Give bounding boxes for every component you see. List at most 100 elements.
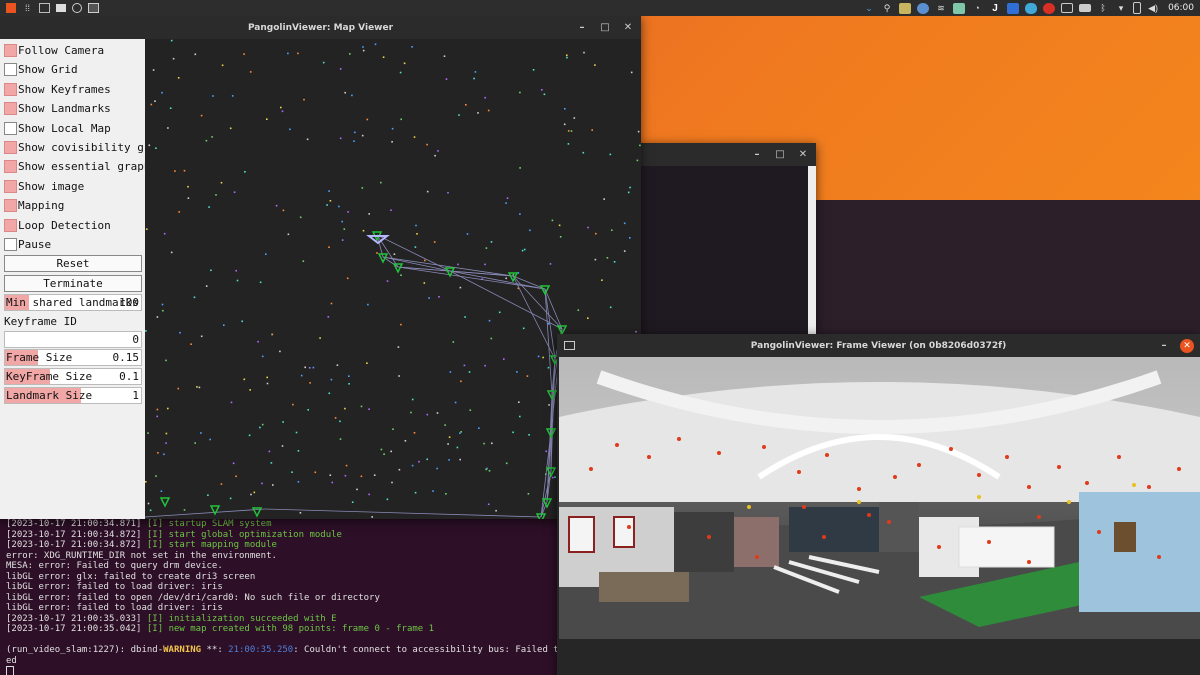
landmark-size-slider-value: 1 bbox=[132, 389, 139, 402]
title-bar[interactable]: – □ ✕ bbox=[640, 143, 816, 166]
checkbox-box[interactable] bbox=[4, 238, 17, 251]
checkbox-label: Show Keyframes bbox=[18, 82, 111, 96]
window-icon[interactable] bbox=[56, 4, 66, 12]
landmark-point bbox=[630, 71, 633, 74]
landmark-size-slider[interactable]: Landmark Size 1 bbox=[4, 387, 142, 404]
checkbox-box[interactable] bbox=[4, 82, 17, 96]
landmark-point bbox=[594, 64, 596, 66]
landmark-point bbox=[559, 236, 562, 238]
background-terminal-window[interactable]: – □ ✕ bbox=[640, 143, 816, 338]
landmark-point bbox=[582, 151, 585, 154]
reset-button[interactable]: Reset bbox=[4, 255, 142, 272]
landmark-point bbox=[587, 226, 589, 229]
keyframe-size-slider[interactable]: KeyFrame Size 0.1 bbox=[4, 368, 142, 385]
minimize-icon[interactable]: – bbox=[575, 21, 589, 35]
checkbox-follow-camera[interactable]: Follow Camera bbox=[4, 42, 104, 59]
wifi-icon[interactable]: ≋ bbox=[935, 3, 947, 14]
landmark-point bbox=[271, 333, 274, 336]
wifi-icon[interactable]: ▾ bbox=[1115, 3, 1127, 14]
title-bar[interactable]: PangolinViewer: Map Viewer – □ ✕ bbox=[0, 16, 641, 39]
checkbox-box[interactable] bbox=[4, 141, 17, 154]
min-shared-landmarks-slider[interactable]: Min shared landmarks 100 bbox=[4, 294, 142, 311]
app-icon[interactable] bbox=[917, 2, 930, 14]
checkbox-box[interactable] bbox=[4, 63, 17, 77]
checkbox-pause[interactable]: Pause bbox=[4, 236, 51, 253]
map-viewer-window[interactable]: PangolinViewer: Map Viewer – □ ✕ Follow … bbox=[0, 16, 641, 519]
maximize-icon[interactable]: □ bbox=[598, 21, 612, 35]
terminal-text: libGL error: failed to load driver: iris bbox=[6, 582, 223, 592]
checkbox-show-grid[interactable]: Show Grid bbox=[4, 61, 78, 78]
landmark-point bbox=[302, 260, 305, 262]
app-menu-icon[interactable] bbox=[6, 3, 16, 13]
min-shared-landmarks-slider-value: 100 bbox=[119, 296, 139, 309]
landmark-point bbox=[211, 136, 213, 138]
checkbox-show-landmarks[interactable]: Show Landmarks bbox=[4, 100, 111, 117]
close-icon[interactable]: ✕ bbox=[1180, 338, 1194, 353]
checkbox-show-keyframes[interactable]: Show Keyframes bbox=[4, 81, 111, 98]
landmark-point bbox=[145, 330, 147, 332]
landmark-point bbox=[330, 302, 333, 305]
maximize-icon[interactable]: □ bbox=[773, 148, 787, 162]
landmark-point bbox=[322, 61, 325, 64]
terminal-line: libGL error: failed to load driver: iris bbox=[6, 603, 560, 614]
terminal-output[interactable]: [2023-10-17 21:00:34.871] [I] startup SL… bbox=[0, 519, 560, 675]
landmark-point bbox=[490, 337, 493, 340]
frame-viewer-window[interactable]: PangolinViewer: Frame Viewer (on 0b8206d… bbox=[557, 334, 1200, 675]
landmark-point bbox=[448, 459, 450, 461]
landmark-point bbox=[361, 134, 364, 137]
landmark-point bbox=[244, 171, 246, 173]
landmark-point bbox=[328, 392, 331, 395]
clock[interactable]: 06:00 bbox=[1168, 3, 1194, 13]
checkbox-show-essential-graph[interactable]: Show essential graph bbox=[4, 158, 150, 175]
shield-icon[interactable] bbox=[1007, 2, 1020, 14]
terminal-prompt[interactable] bbox=[6, 666, 560, 675]
checkbox-box[interactable] bbox=[4, 179, 17, 193]
app-icon[interactable] bbox=[953, 2, 966, 14]
landmark-point bbox=[223, 324, 225, 326]
checkbox-box[interactable] bbox=[4, 218, 17, 232]
scrollbar[interactable] bbox=[808, 166, 816, 338]
checkbox-label: Show essential graph bbox=[18, 160, 151, 174]
workspace-icon[interactable] bbox=[39, 3, 50, 13]
chevron-down-icon[interactable]: ⌄ bbox=[863, 3, 875, 14]
gmail-icon[interactable] bbox=[1043, 2, 1056, 14]
checkbox-box[interactable] bbox=[4, 102, 17, 116]
landmark-point bbox=[351, 94, 353, 97]
battery-icon[interactable] bbox=[1079, 4, 1092, 12]
checkbox-show-image[interactable]: Show image bbox=[4, 178, 84, 195]
checkbox-box[interactable] bbox=[4, 160, 17, 174]
apps-grid-icon[interactable]: ⁞⁞ bbox=[22, 2, 33, 14]
landmark-point bbox=[231, 95, 234, 97]
checkbox-box[interactable] bbox=[4, 44, 17, 57]
landmark-point bbox=[411, 464, 414, 467]
checkbox-loop-detection[interactable]: Loop Detection bbox=[4, 217, 111, 234]
battery-icon[interactable] bbox=[1133, 2, 1142, 14]
landmark-point bbox=[529, 229, 531, 232]
close-icon[interactable]: ✕ bbox=[621, 21, 635, 35]
frame-size-slider[interactable]: Frame Size 0.15 bbox=[4, 349, 142, 366]
keyframe-id-input[interactable]: 0 bbox=[4, 331, 142, 348]
window-menu-icon[interactable] bbox=[564, 341, 575, 350]
minimize-icon[interactable]: – bbox=[1157, 339, 1171, 353]
notification-icon[interactable]: ◔ bbox=[971, 3, 983, 14]
bluetooth-icon[interactable]: ᛒ bbox=[1097, 3, 1109, 14]
close-icon[interactable]: ✕ bbox=[796, 148, 810, 162]
landmark-point bbox=[312, 366, 315, 369]
j-app-icon[interactable]: J bbox=[989, 3, 1001, 14]
browser-icon[interactable] bbox=[72, 3, 82, 13]
cloud-icon[interactable] bbox=[1025, 2, 1038, 14]
landmark-point bbox=[495, 509, 497, 512]
checkbox-box[interactable] bbox=[4, 199, 17, 213]
volume-icon[interactable]: ◀) bbox=[1147, 3, 1159, 14]
checkbox-box[interactable] bbox=[4, 121, 17, 135]
search-icon[interactable]: ⚲ bbox=[881, 3, 893, 14]
minimize-icon[interactable]: – bbox=[750, 148, 764, 162]
lock-icon[interactable] bbox=[899, 2, 912, 14]
landmark-point bbox=[404, 440, 407, 442]
terminate-button[interactable]: Terminate bbox=[4, 274, 142, 292]
checkbox-show-local-map[interactable]: Show Local Map bbox=[4, 120, 111, 137]
checkbox-mapping[interactable]: Mapping bbox=[4, 197, 64, 214]
mail-icon[interactable] bbox=[1061, 3, 1074, 13]
terminal-icon[interactable] bbox=[88, 3, 99, 13]
title-bar[interactable]: PangolinViewer: Frame Viewer (on 0b8206d… bbox=[557, 334, 1200, 357]
